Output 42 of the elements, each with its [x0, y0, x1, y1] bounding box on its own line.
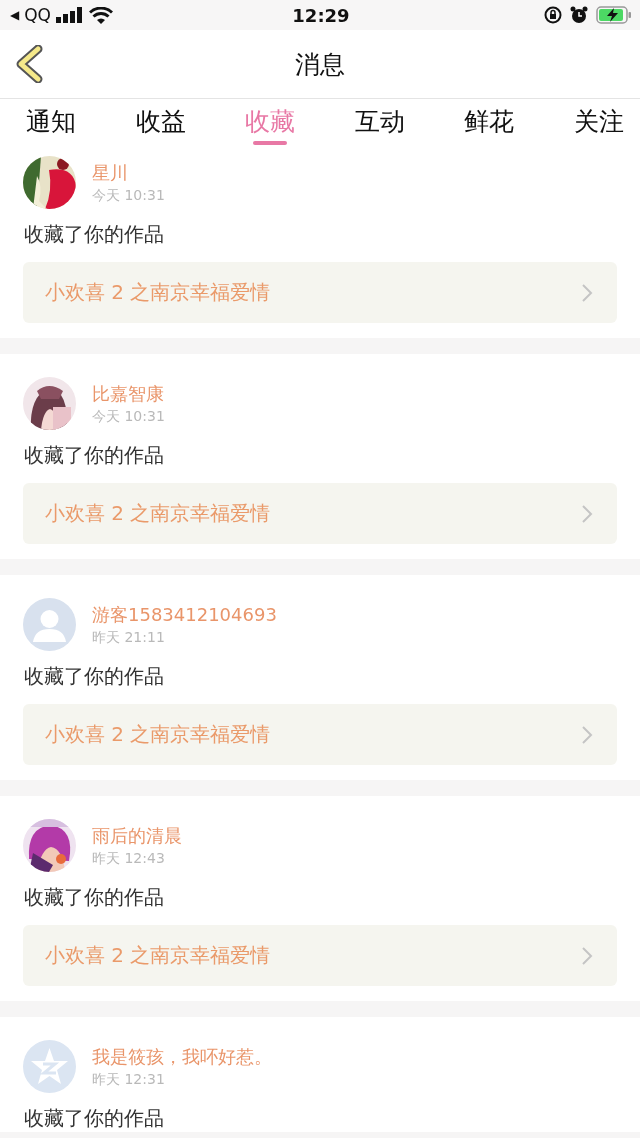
work-link[interactable]: 小欢喜 2 之南京幸福爱情 — [23, 262, 617, 323]
back-chevron-icon[interactable] — [14, 45, 44, 83]
tab[interactable]: 收藏 — [237, 99, 304, 151]
message-time: 今天 10:31 — [92, 186, 165, 205]
user-name[interactable]: 星川 — [92, 160, 165, 185]
tab[interactable]: 收益 — [127, 99, 194, 151]
message-text: 收藏了你的作品 — [24, 884, 165, 911]
page-title: 消息 — [294, 48, 346, 81]
message-text: 收藏了你的作品 — [24, 663, 165, 690]
chevron-right-icon — [581, 724, 593, 745]
message-text: 收藏了你的作品 — [24, 1105, 165, 1132]
message-time: 今天 10:31 — [92, 407, 165, 426]
chevron-right-icon — [581, 945, 593, 966]
user-name[interactable]: 我是筱孩，我吥好惹。 — [92, 1044, 272, 1069]
user-name[interactable]: 雨后的清晨 — [92, 823, 182, 848]
chevron-right-icon — [581, 503, 593, 524]
tab[interactable]: 通知 — [18, 99, 84, 151]
chevron-right-icon — [581, 282, 593, 303]
alarm-icon — [570, 6, 588, 24]
rotation-lock-icon — [544, 6, 562, 24]
message-time: 昨天 12:31 — [92, 1070, 166, 1089]
battery-charging-icon — [596, 6, 632, 24]
message-time: 昨天 21:11 — [92, 628, 166, 647]
message-text: 收藏了你的作品 — [24, 442, 165, 469]
signal-icon — [56, 7, 84, 23]
back-to-app-arrow[interactable]: ◀ — [10, 8, 20, 22]
tab[interactable]: 关注 — [565, 99, 632, 151]
tab[interactable]: 互动 — [346, 99, 413, 151]
work-link[interactable]: 小欢喜 2 之南京幸福爱情 — [23, 925, 617, 986]
work-link[interactable]: 小欢喜 2 之南京幸福爱情 — [23, 483, 617, 544]
work-link[interactable]: 小欢喜 2 之南京幸福爱情 — [23, 704, 617, 765]
user-name[interactable]: 比嘉智康 — [92, 381, 165, 406]
message-text: 收藏了你的作品 — [24, 221, 165, 248]
clock-time: 12:29 — [292, 4, 350, 26]
wifi-icon — [89, 6, 113, 24]
message-time: 昨天 12:43 — [92, 849, 166, 868]
default-avatar-icon — [23, 598, 76, 651]
tab[interactable]: 鲜花 — [456, 99, 523, 151]
tab-indicator — [253, 141, 288, 145]
star-avatar-icon — [23, 1040, 76, 1093]
user-name[interactable]: 游客1583412104693 — [92, 602, 277, 627]
back-to-app-label[interactable]: QQ — [24, 5, 51, 25]
